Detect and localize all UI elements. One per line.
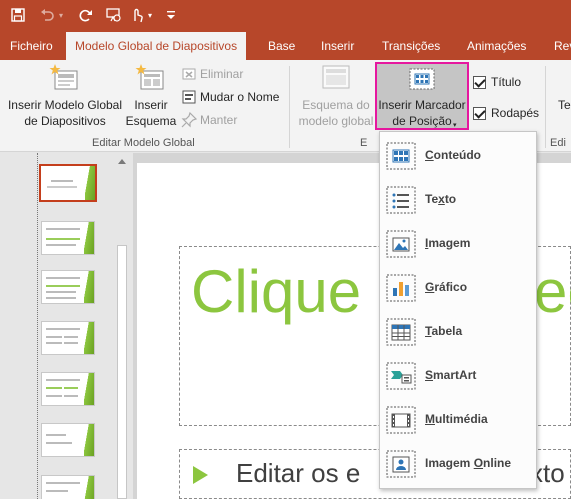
ribbon-separator [289,66,290,148]
insert-placeholder-icon [406,63,438,93]
title-bar: ▾ ▾ [0,0,571,30]
master-layout-button[interactable]: Esquema do modelo global [293,63,379,129]
menu-item-picture[interactable]: Imagem [380,222,536,266]
tab-home[interactable]: Base [268,30,295,60]
insert-slide-master-button[interactable]: Inserir Modelo Global de Diapositivos [4,63,126,129]
theme-label: Te [558,98,571,112]
title-checkbox[interactable]: Título [473,72,521,92]
menu-item-label: Imagem Online [425,456,512,470]
delete-label: Eliminar [200,67,244,81]
group-label-layout: E [360,137,368,149]
thumbnail-connector-line [37,153,38,499]
present-icon[interactable] [104,5,124,25]
tab-insert[interactable]: Inserir [321,30,354,60]
delete-button[interactable]: Eliminar [181,64,243,84]
undo-dropdown-icon[interactable]: ▾ [57,5,65,25]
insert-placeholder-content: Inserir Marcador de Posição ▾ [376,63,468,129]
rename-button[interactable]: Mudar o Nome [181,87,279,107]
scrollbar-thumb[interactable] [117,245,127,499]
picture-placeholder-icon [386,230,416,258]
menu-item-label: SmartArt [425,368,477,382]
preserve-button[interactable]: Manter [181,110,237,130]
menu-item-label: Multimédia [425,412,488,426]
menu-item-media[interactable]: Multimédia [380,398,536,442]
tab-animations[interactable]: Animações [467,30,526,60]
chart-placeholder-icon [386,274,416,302]
content-placeholder-icon [386,142,416,170]
save-icon[interactable] [8,5,28,25]
slide-thumbnail[interactable] [41,321,95,355]
insert-layout-button[interactable]: Inserir Esquema [124,63,178,129]
tab-transitions[interactable]: Transições [382,30,440,60]
menu-item-table[interactable]: Tabela [380,310,536,354]
media-placeholder-icon [386,406,416,434]
online-image-placeholder-icon [386,450,416,478]
menu-item-chart[interactable]: Gráfico [380,266,536,310]
slide-thumbnail[interactable] [41,270,95,304]
menu-item-label: Gráfico [425,280,468,294]
menu-item-label: Conteúdo [425,148,481,162]
theme-button[interactable]: Te [558,63,571,113]
slide-thumbnail[interactable] [41,423,95,457]
touch-mode-dropdown-icon[interactable]: ▾ [146,5,154,25]
slide-title-text-right: ec [534,258,571,325]
title-checkbox-box[interactable] [473,75,486,89]
menu-item-text[interactable]: Texto [380,178,536,222]
ribbon-separator [545,66,546,148]
menu-item-label: Texto [425,192,457,206]
smartart-placeholder-icon [386,362,416,390]
redo-icon[interactable] [77,5,95,25]
rename-label: Mudar o Nome [200,90,280,104]
slide-title-text: Clique [191,258,362,325]
text-placeholder-icon [386,186,416,214]
insert-slide-master-icon [49,63,81,93]
preserve-label: Manter [200,113,238,127]
master-layout-label: Esquema do modelo global [298,98,374,128]
group-label-edit-theme: Edi [550,137,566,149]
menu-item-label: Tabela [425,324,463,338]
tab-file[interactable]: Ficheiro [10,30,53,60]
tab-slide-master[interactable]: Modelo Global de Diapositivos [66,32,247,60]
table-placeholder-icon [386,318,416,346]
menu-item-content[interactable]: Conteúdo [380,134,536,178]
menu-item-smartart[interactable]: SmartArt [380,354,536,398]
slide-thumbnail[interactable] [41,372,95,406]
ribbon-tabs: Ficheiro Modelo Global de Diapositivos B… [0,30,571,60]
insert-slide-master-label: Inserir Modelo Global de Diapositivos [7,98,123,128]
bullet-arrow-icon [193,466,208,484]
pushpin-icon [181,111,198,128]
insert-layout-label: Inserir Esquema [125,98,177,128]
menu-item-online-image[interactable]: Imagem Online [380,442,536,486]
delete-icon [181,66,197,82]
insert-layout-icon [135,63,167,93]
footers-checkbox[interactable]: Rodapés [473,103,539,123]
slide-thumbnail[interactable] [39,164,97,202]
slide-thumbnail[interactable] [41,221,95,255]
scroll-up-arrow-icon[interactable] [117,157,127,167]
tab-review[interactable]: Rev [554,30,571,60]
customize-qat-icon[interactable] [164,5,178,25]
group-label-edit-master: Editar Modelo Global [92,137,195,149]
slide-body-text: Editar os e [236,458,361,488]
title-checkbox-label: Título [491,75,522,89]
footers-checkbox-label: Rodapés [491,106,540,120]
menu-item-label: Imagem [425,236,471,250]
footers-checkbox-box[interactable] [473,106,486,120]
touch-mode-icon[interactable] [128,5,146,25]
master-layout-icon [320,63,352,93]
rename-icon [181,89,197,105]
slide-thumbnail[interactable] [41,475,95,499]
undo-icon[interactable] [38,5,56,25]
